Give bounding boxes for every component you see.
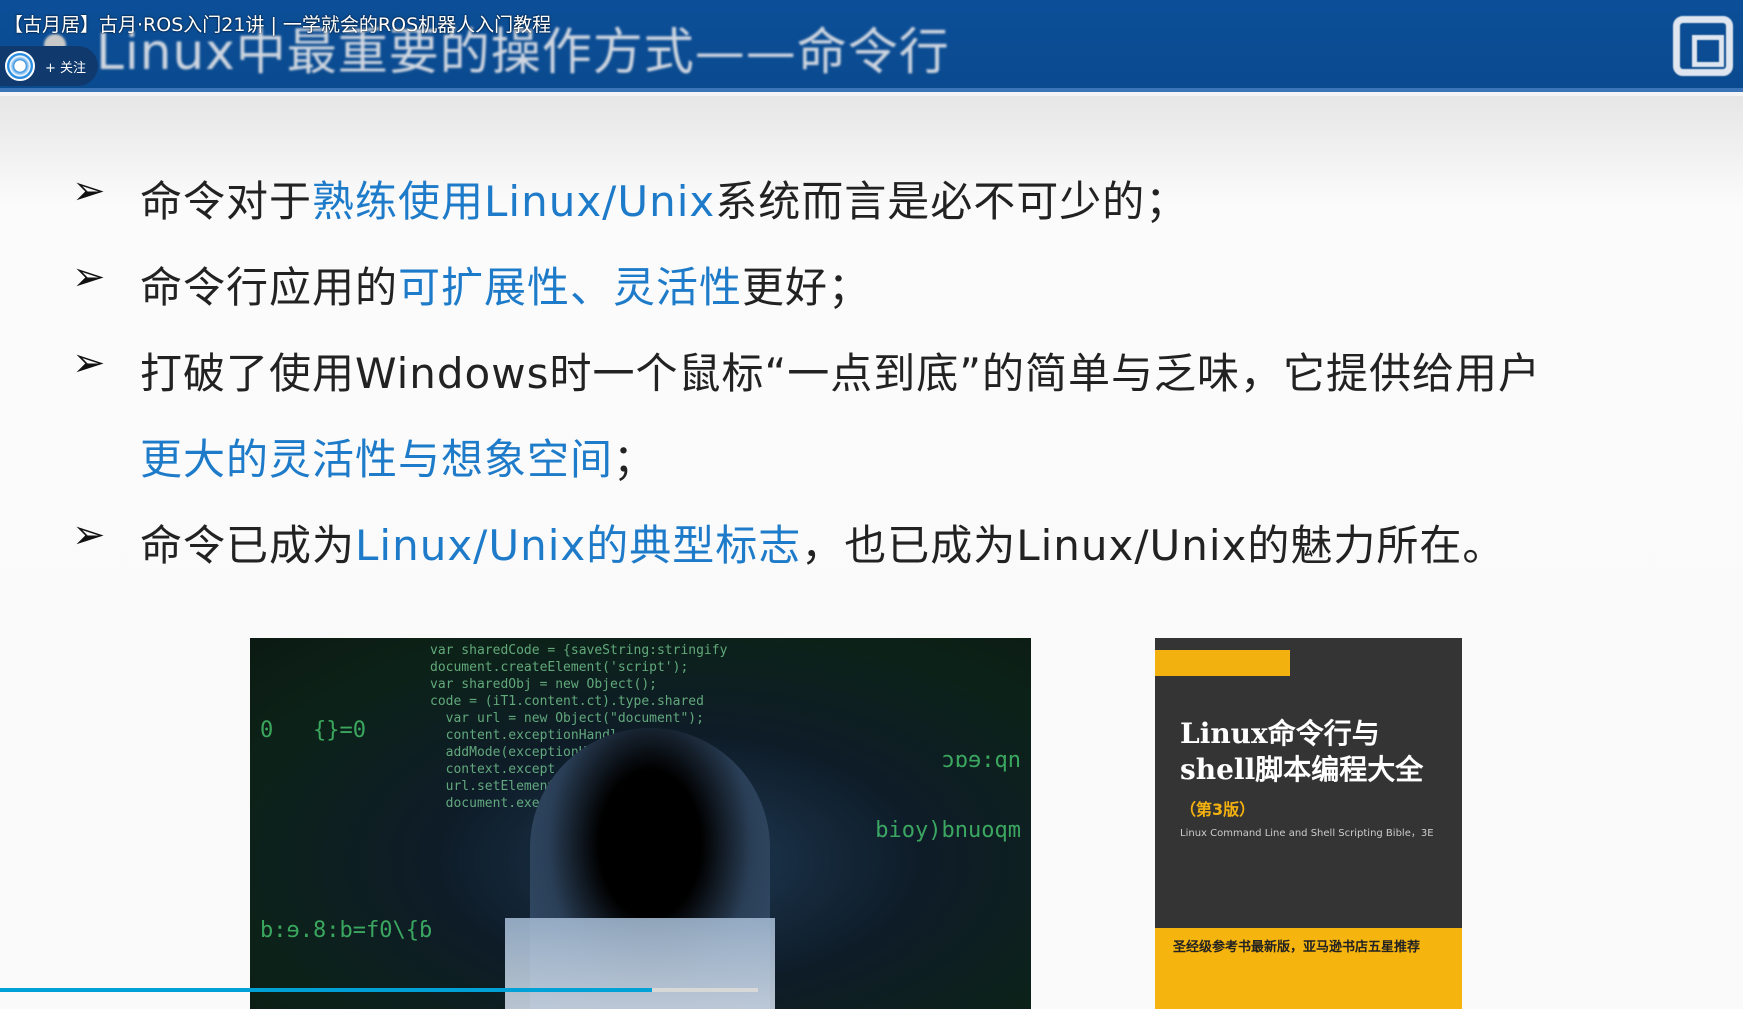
text: 系统而言是必不可少的； <box>715 177 1189 226</box>
book-series-band <box>1155 650 1290 676</box>
text: 命令行应用的 <box>140 263 399 312</box>
book-english-title: Linux Command Line and Shell Scripting B… <box>1180 828 1434 839</box>
avatar[interactable] <box>5 51 35 81</box>
book-title-line2: shell脚本编程大全 <box>1180 753 1424 786</box>
highlight: Linux/Unix的典型标志 <box>355 521 802 570</box>
video-title[interactable]: 【古月居】古月·ROS入门21讲 | 一学就会的ROS机器人入门教程 <box>4 10 551 37</box>
laptop <box>505 918 775 1009</box>
logo-icon <box>1673 16 1733 76</box>
book-title: Linux命令行与 shell脚本编程大全 <box>1180 716 1423 788</box>
book-bottom-band: 圣经级参考书最新版，亚马逊书店五星推荐 <box>1155 928 1462 1009</box>
book-tagline: 圣经级参考书最新版，亚马逊书店五星推荐 <box>1173 940 1421 955</box>
text: ； <box>613 435 657 484</box>
follow-label: + 关注 <box>45 60 87 76</box>
bullet-3-continued: 更大的灵活性与想象空间； <box>140 426 656 487</box>
arrow-bullet-icon: ➢ <box>72 512 106 558</box>
video-progress-fill[interactable] <box>0 988 652 992</box>
text: 更好； <box>742 263 872 312</box>
highlight: 可扩展性、灵活性 <box>398 263 743 312</box>
arrow-bullet-icon: ➢ <box>72 168 106 214</box>
bullet-2: 命令行应用的可扩展性、灵活性更好； <box>140 254 871 315</box>
text: 命令已成为 <box>140 521 356 570</box>
book-title-line1: Linux命令行与 <box>1180 717 1380 750</box>
hacker-image: var sharedCode = {saveString:stringify d… <box>250 638 1031 1009</box>
arrow-bullet-icon: ➢ <box>72 254 106 300</box>
book-edition: （第3版） <box>1180 800 1256 819</box>
follow-button[interactable]: + 关注 <box>0 46 98 86</box>
text: 打破了使用Windows时一个鼠标“一点到底”的简单与乏味，它提供给用户 <box>140 349 1542 398</box>
book-cover-image: Linux命令行与 shell脚本编程大全 （第3版） Linux Command… <box>1155 638 1462 1009</box>
text: ，也已成为Linux/Unix的魅力所在。 <box>801 521 1506 570</box>
bullet-1: 命令对于熟练使用Linux/Unix系统而言是必不可少的； <box>140 168 1188 229</box>
bullet-4: 命令已成为Linux/Unix的典型标志，也已成为Linux/Unix的魅力所在… <box>140 512 1505 573</box>
arrow-bullet-icon: ➢ <box>72 340 106 386</box>
text: 命令对于 <box>140 177 313 226</box>
bullet-3: 打破了使用Windows时一个鼠标“一点到底”的简单与乏味，它提供给用户 <box>140 340 1541 401</box>
highlight: 熟练使用Linux/Unix <box>312 177 716 226</box>
highlight: 更大的灵活性与想象空间 <box>140 435 614 484</box>
